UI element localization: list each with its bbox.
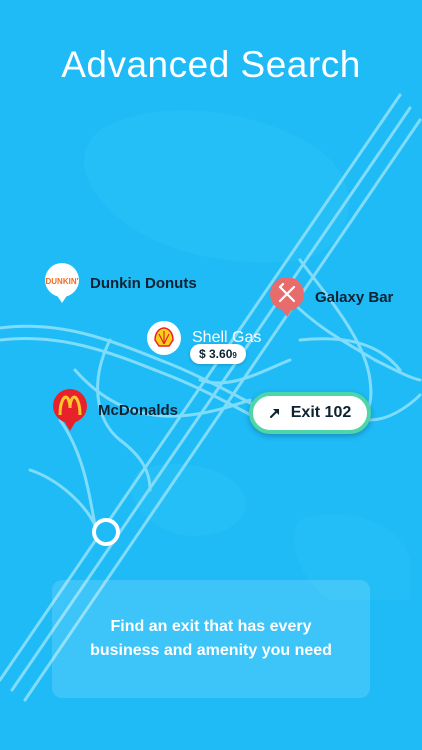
mcdonalds-pin[interactable]: McDonalds — [52, 388, 178, 432]
shell-logo-icon — [147, 321, 181, 355]
feature-callout: Find an exit that has every business and… — [52, 580, 370, 698]
shell-gas-price-badge: $ 3.609 — [190, 344, 246, 364]
galaxy-bar-pin[interactable]: Galaxy Bar — [269, 276, 393, 318]
arrow-up-right-icon — [269, 409, 279, 418]
exit-label: Exit 102 — [290, 404, 352, 421]
fork-knife-icon — [270, 277, 304, 317]
mcdonalds-label: McDonalds — [98, 401, 179, 419]
shell-gas-price-fraction: 9 — [232, 351, 237, 360]
galaxy-bar-label: Galaxy Bar — [315, 288, 394, 306]
dunkin-logo-icon: DUNKIN' — [45, 263, 79, 303]
golden-arches-icon — [53, 389, 87, 431]
shell-gas-price: $ 3.60 — [199, 347, 233, 361]
current-location-marker — [92, 518, 120, 546]
dunkin-logo-text: DUNKIN' — [45, 277, 78, 286]
exit-102-button[interactable]: Exit 102 — [249, 392, 371, 434]
callout-text: Find an exit that has every business and… — [90, 618, 332, 659]
dunkin-donuts-label: Dunkin Donuts — [90, 274, 197, 292]
dunkin-donuts-pin[interactable]: DUNKIN' Dunkin Donuts — [44, 262, 197, 304]
